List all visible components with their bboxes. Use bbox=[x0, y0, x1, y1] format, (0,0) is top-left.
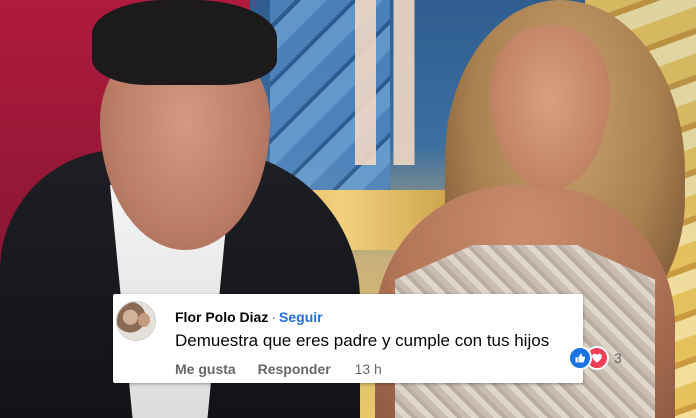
comment-header: Flor Polo Diaz · Seguir bbox=[175, 309, 323, 325]
ballet-dancer-artwork bbox=[355, 0, 425, 165]
like-button[interactable]: Me gusta bbox=[175, 361, 236, 377]
comment-timestamp[interactable]: 13 h bbox=[355, 361, 382, 377]
reaction-count: 3 bbox=[614, 350, 622, 366]
like-icon bbox=[568, 346, 592, 370]
follow-button[interactable]: Seguir bbox=[279, 309, 323, 325]
man-hair bbox=[92, 0, 277, 85]
comment-bubble: Flor Polo Diaz · Seguir Demuestra que eres… bbox=[165, 296, 622, 370]
facebook-comment: Flor Polo Diaz · Seguir Demuestra que eres… bbox=[113, 294, 622, 383]
comment-author[interactable]: Flor Polo Diaz bbox=[175, 309, 268, 325]
separator-dot: · bbox=[271, 309, 277, 325]
comment-text: Demuestra que eres padre y cumple con tu… bbox=[175, 331, 550, 350]
reply-button[interactable]: Responder bbox=[258, 361, 331, 377]
commenter-avatar[interactable] bbox=[116, 301, 156, 341]
avatar-face bbox=[138, 313, 150, 327]
reaction-summary[interactable]: 3 bbox=[568, 346, 622, 370]
comment-actions: Me gusta Responder 13 h bbox=[175, 361, 400, 377]
